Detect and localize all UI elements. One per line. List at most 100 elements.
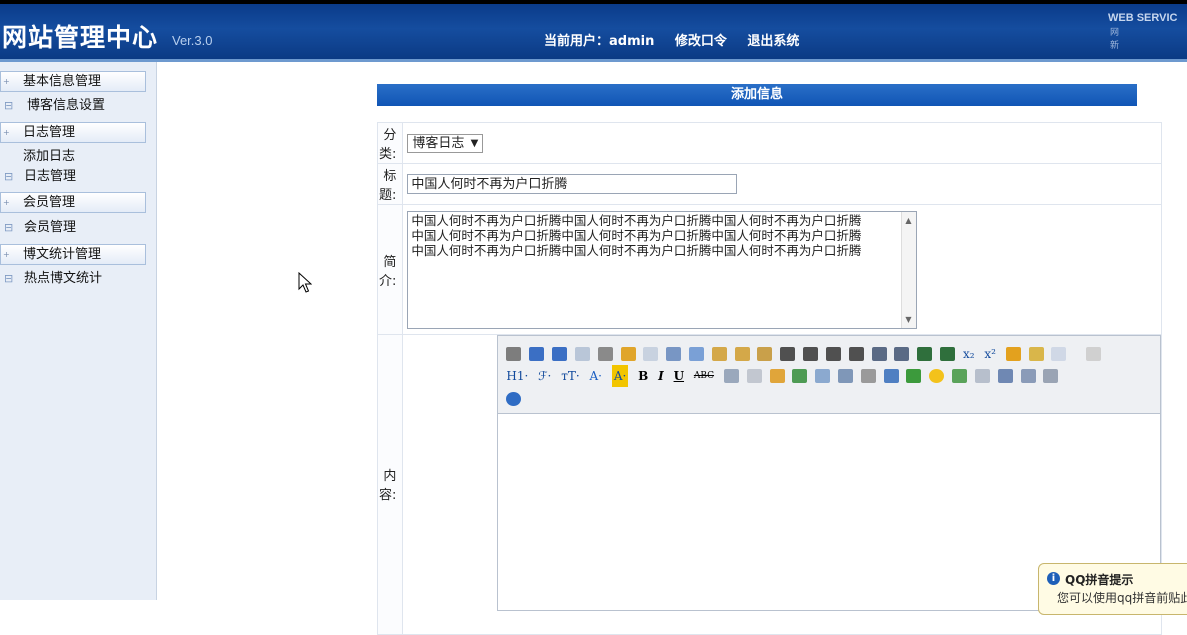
paste-word-icon[interactable] <box>757 346 773 361</box>
page-break-icon[interactable] <box>974 369 990 383</box>
top-banner: 网站管理中心 Ver.3.0 当前用户：admin 修改口令 退出系统 WEB … <box>0 0 1187 62</box>
emoticon-icon[interactable] <box>929 369 945 383</box>
font-size-button[interactable]: тT· <box>561 365 579 387</box>
sidebar-group-label: 日志管理 <box>23 125 76 140</box>
image-icon[interactable] <box>815 369 831 383</box>
picture-icon[interactable] <box>952 369 968 383</box>
unordered-list-icon[interactable] <box>894 346 910 361</box>
paste-icon[interactable] <box>711 346 727 361</box>
tree-node-icon: ⊟ <box>4 272 14 285</box>
summary-line: 中国人何时不再为户口折腾中国人何时不再为户口折腾中国人何时不再为户口折腾 <box>411 212 862 228</box>
select-all-icon[interactable] <box>1028 346 1044 361</box>
unlink-icon[interactable] <box>1043 369 1059 383</box>
subscript-icon[interactable]: x₂ <box>963 343 975 365</box>
title-label: 标题: <box>376 163 404 205</box>
copy-icon[interactable] <box>689 346 704 361</box>
textarea-scrollbar[interactable]: ▲ ▼ <box>901 211 917 328</box>
tree-node-icon: ⊟ <box>4 221 14 234</box>
sidebar-item-log-manage[interactable]: ⊟ 日志管理 <box>0 167 146 188</box>
brand-text: WEB SERVIC <box>1108 12 1178 24</box>
change-password-link[interactable]: 修改口令 <box>675 34 727 49</box>
outdent-icon[interactable] <box>940 346 956 361</box>
scroll-up-icon[interactable]: ▲ <box>905 213 911 228</box>
help-icon[interactable] <box>506 391 522 406</box>
eraser-icon[interactable] <box>746 369 762 383</box>
font-color-button[interactable]: A· <box>590 365 602 387</box>
editor-toolbar: x₂ x² H1· ℱ· тT· A· A· B I U ABC <box>498 336 1160 413</box>
tree-node-icon: ⊟ <box>4 170 14 183</box>
current-user: 当前用户：admin <box>544 34 655 49</box>
logout-link[interactable]: 退出系统 <box>747 34 799 49</box>
tip-body: 您可以使用qq拼音前贴此 <box>1057 591 1187 605</box>
align-left-icon[interactable] <box>780 346 796 361</box>
attachment-icon[interactable] <box>860 369 876 383</box>
sidebar-group-log[interactable]: + 日志管理 <box>0 122 146 143</box>
anchor-icon[interactable] <box>997 369 1013 383</box>
table-icon[interactable] <box>883 369 899 383</box>
dropdown-arrow-icon: ▼ <box>470 137 479 149</box>
sidebar-group-label: 基本信息管理 <box>23 74 102 89</box>
flash-icon[interactable] <box>838 369 853 383</box>
preview-icon[interactable] <box>574 346 590 361</box>
insert-row-icon[interactable] <box>769 369 785 383</box>
superscript-icon[interactable]: x² <box>984 343 996 365</box>
highlight-button[interactable]: A· <box>611 365 629 387</box>
template-icon[interactable] <box>620 346 636 361</box>
version-label: Ver.3.0 <box>172 33 213 48</box>
sidebar-item-label: 博客信息设置 <box>27 98 106 113</box>
indent-icon[interactable] <box>917 346 933 361</box>
print-icon[interactable] <box>597 346 613 361</box>
redo-icon[interactable] <box>552 346 568 361</box>
align-right-icon[interactable] <box>825 346 841 361</box>
sidebar-group-basic-info[interactable]: + 基本信息管理 <box>0 71 146 92</box>
form-table: 分类: 博客日志 ▼ 标题: 中国人何时不再为户口折腾 简介: 中国人何时不再为… <box>376 122 1163 635</box>
heading-button[interactable]: H1· <box>506 365 528 387</box>
tip-title: QQ拼音提示 <box>1065 573 1134 587</box>
pointer-icon[interactable] <box>1051 346 1067 361</box>
summary-textarea[interactable]: 中国人何时不再为户口折腾中国人何时不再为户口折腾中国人何时不再为户口折腾 中国人… <box>407 210 918 329</box>
fullscreen-icon[interactable] <box>1086 346 1102 361</box>
clear-format-icon[interactable] <box>1005 346 1021 361</box>
italic-button[interactable]: I <box>658 365 664 387</box>
paste-text-icon[interactable] <box>734 346 750 361</box>
code-icon[interactable] <box>643 346 659 361</box>
strikethrough-button[interactable]: ABC <box>694 365 714 387</box>
category-select[interactable]: 博客日志 ▼ <box>407 133 484 153</box>
underline-button[interactable]: U <box>674 365 684 387</box>
undo-icon[interactable] <box>529 346 545 361</box>
content-label: 内容: <box>376 334 404 635</box>
category-label: 分类: <box>376 122 404 164</box>
sidebar: + 基本信息管理 ⊟ 博客信息设置 + 日志管理 添加日志 ⊟ 日志管理 + 会… <box>0 62 157 600</box>
source-code-icon[interactable] <box>506 346 522 361</box>
sidebar-group-stats[interactable]: + 博文统计管理 <box>0 244 146 265</box>
align-center-icon[interactable] <box>803 346 819 361</box>
sidebar-item-label: 热点博文统计 <box>24 271 103 286</box>
qq-pinyin-tip: i QQ拼音提示 您可以使用qq拼音前贴此 <box>1038 563 1187 615</box>
title-input[interactable]: 中国人何时不再为户口折腾 <box>407 174 738 194</box>
font-family-button[interactable]: ℱ· <box>538 365 551 387</box>
cut-icon[interactable] <box>666 346 682 361</box>
sidebar-item-add-log[interactable]: 添加日志 <box>0 147 146 168</box>
summary-line: 中国人何时不再为户口折腾中国人何时不再为户口折腾中国人何时不再为户口折腾 <box>411 227 862 243</box>
expand-icon: + <box>3 77 10 86</box>
link-icon[interactable] <box>1020 369 1036 383</box>
sidebar-group-label: 会员管理 <box>23 195 76 210</box>
form-title: 添加信息 <box>377 84 1137 106</box>
sidebar-item-member-manage[interactable]: ⊟ 会员管理 <box>0 218 146 239</box>
bold-button[interactable]: B <box>638 365 648 387</box>
mouse-cursor-icon <box>298 272 312 293</box>
sidebar-item-blog-settings[interactable]: ⊟ 博客信息设置 <box>0 96 146 117</box>
table-border-icon[interactable] <box>723 369 739 383</box>
site-logo: 网站管理中心 <box>2 23 159 52</box>
sidebar-item-hot-stats[interactable]: ⊟ 热点博文统计 <box>0 269 146 290</box>
ordered-list-icon[interactable] <box>871 346 887 361</box>
brand-subtext: 网 新 <box>1110 28 1140 51</box>
insert-col-icon[interactable] <box>792 369 808 383</box>
hr-icon[interactable] <box>906 369 922 383</box>
expand-icon: + <box>3 198 10 207</box>
scroll-down-icon[interactable]: ▼ <box>905 312 911 327</box>
sidebar-group-member[interactable]: + 会员管理 <box>0 192 146 213</box>
summary-line: 中国人何时不再为户口折腾中国人何时不再为户口折腾中国人何时不再为户口折腾 <box>411 242 862 258</box>
align-justify-icon[interactable] <box>848 346 864 361</box>
category-value: 博客日志 <box>412 135 465 151</box>
